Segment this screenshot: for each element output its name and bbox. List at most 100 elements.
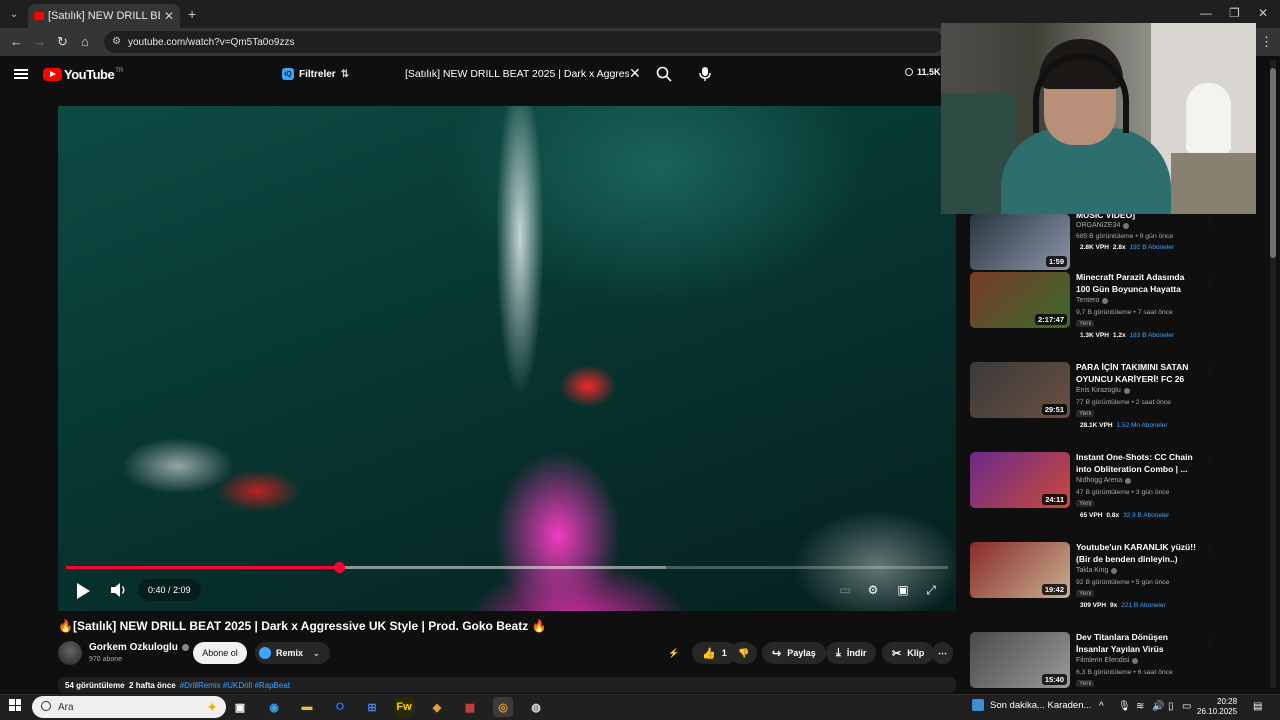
recommendation-channel[interactable]: Filmlerin Efendisi <box>1076 657 1139 664</box>
progress-bar[interactable] <box>66 562 948 573</box>
app-grid-icon[interactable]: ▦ <box>460 697 480 717</box>
battery-icon[interactable]: ▯ <box>1168 701 1174 712</box>
new-tab-button[interactable]: + <box>188 6 196 22</box>
recommendation-item[interactable]: 19:42 Youtube'un KARANLIK yüzü!! (Bir de … <box>970 542 1210 612</box>
video-thumbnail[interactable]: 2:17:47 <box>970 272 1070 328</box>
notification-icon[interactable]: ▤ <box>1253 701 1262 712</box>
home-button[interactable]: ⌂ <box>81 34 89 49</box>
duration-badge: 19:42 <box>1041 584 1067 595</box>
dislike-button[interactable]: 👎 <box>730 642 758 664</box>
more-options-icon[interactable]: ⋮ <box>1205 634 1210 647</box>
download-button[interactable]: ⤓ İndir <box>826 642 877 664</box>
video-thumbnail[interactable]: 15:40 <box>970 632 1070 688</box>
reload-button[interactable]: ↻ <box>57 34 68 50</box>
wifi-icon[interactable]: ≋ <box>1136 701 1144 712</box>
clip-button[interactable]: ✂ Klip <box>882 642 935 664</box>
forward-button[interactable]: → <box>33 34 46 49</box>
hashtags[interactable]: #DrillRemix #UKDrill #RapBeat <box>180 681 290 690</box>
settings-icon[interactable]: ⚙ <box>866 583 880 597</box>
edge-icon[interactable]: ◉ <box>264 697 284 717</box>
microphone-tray-icon[interactable]: 🎙 <box>1118 701 1131 712</box>
channel-avatar[interactable] <box>58 641 82 665</box>
volume-icon[interactable] <box>110 582 128 598</box>
search-input[interactable]: [Satılık] NEW DRILL BEAT 2025 | Dark x A… <box>398 62 648 86</box>
recommendation-title[interactable]: Instant One-Shots: CC Chain into Obliter… <box>1076 452 1200 475</box>
browser-menu-button[interactable]: ⋮ <box>1260 34 1273 50</box>
scroll-thumb[interactable] <box>1270 68 1276 258</box>
url-field[interactable]: ⚙ youtube.com/watch?v=Qm5Ta0o9zzs <box>104 31 944 53</box>
recommendation-channel[interactable]: ORGANIZE34 <box>1076 222 1130 229</box>
search-icon[interactable] <box>656 66 672 82</box>
recommendation-title[interactable]: PARA İÇİN TAKIMINI SATAN OYUNCU KARİYERİ… <box>1076 362 1200 385</box>
recommendation-title[interactable]: Youtube'un KARANLIK yüzü!! (Bir de bende… <box>1076 542 1200 565</box>
tab-title: [Satılık] NEW DRILL BEAT <box>48 10 160 22</box>
tab-search-button[interactable]: ⌄ <box>4 4 24 24</box>
keyboard-icon[interactable]: ▭ <box>1182 701 1191 712</box>
recommendation-item[interactable]: 29:51 PARA İÇİN TAKIMINI SATAN OYUNCU KAR… <box>970 362 1210 432</box>
play-button[interactable] <box>74 582 92 600</box>
close-window-button[interactable]: ✕ <box>1258 6 1268 20</box>
system-clock[interactable]: 20:28 26.10.2025 <box>1197 697 1237 717</box>
fullscreen-icon[interactable]: ⤢ <box>924 583 938 597</box>
recommendation-channel[interactable]: Enis Kirazoglu <box>1076 387 1130 394</box>
channel-name[interactable]: Gorkem Ozkuloglu <box>89 642 189 653</box>
microphone-icon[interactable] <box>698 66 712 82</box>
site-info-icon[interactable]: ⚙ <box>112 36 121 47</box>
browser-tab[interactable]: [Satılık] NEW DRILL BEAT ✕ <box>28 4 180 28</box>
outlook-icon[interactable]: O <box>330 697 350 717</box>
share-button[interactable]: ↪ Paylaş <box>762 642 826 664</box>
maximize-button[interactable]: ❐ <box>1229 6 1240 20</box>
task-view-icon[interactable]: ▣ <box>230 697 250 717</box>
extension-icon-button[interactable]: ⚡ <box>668 642 679 664</box>
extension-badge-icon: iQ <box>282 68 294 80</box>
video-thumbnail[interactable]: 24:11 <box>970 452 1070 508</box>
speaker-icon[interactable]: 🔊 <box>1152 701 1164 712</box>
fl-studio-icon[interactable]: Fw <box>394 697 414 717</box>
more-options-icon[interactable]: ⋮ <box>1205 364 1210 377</box>
start-icon[interactable] <box>9 699 21 711</box>
youtube-logo[interactable]: YouTube TR <box>43 67 123 82</box>
recommendation-channel[interactable]: Nidhogg Arena <box>1076 477 1132 484</box>
back-button[interactable]: ← <box>10 34 23 49</box>
video-title: 🔥[Satılık] NEW DRILL BEAT 2025 | Dark x … <box>58 619 547 633</box>
recommendation-title[interactable]: Dev Titanlara Dönüşen İnsanlar Yayılan V… <box>1076 632 1200 655</box>
minimize-button[interactable]: — <box>1200 6 1212 20</box>
taskbar-search[interactable]: Ara ✦ <box>32 696 226 718</box>
subtitles-icon[interactable]: ▭ <box>838 583 852 597</box>
news-widget[interactable]: Son dakika... Karaden... <box>972 699 1091 711</box>
new-badge: Yeni <box>1076 500 1095 507</box>
more-options-icon[interactable]: ⋮ <box>1205 274 1210 287</box>
recommendation-item[interactable]: 24:11 Instant One-Shots: CC Chain into Ob… <box>970 452 1210 522</box>
app-icon[interactable]: ◆ <box>427 697 447 717</box>
recommendation-title[interactable]: MUSIC VIDEO] <box>1076 214 1200 222</box>
more-options-icon[interactable]: ⋮ <box>1205 216 1210 229</box>
remix-button[interactable]: Remix ⌄ <box>255 642 330 664</box>
more-options-icon[interactable]: ⋮ <box>1205 544 1210 557</box>
description-box[interactable]: 54 görüntüleme 2 hafta önce #DrillRemix … <box>58 677 956 693</box>
menu-icon[interactable] <box>14 69 28 79</box>
recommendation-item[interactable]: 2:17:47 Minecraft Parazit Adasında 100 Gü… <box>970 272 1210 342</box>
clear-search-icon[interactable]: ✕ <box>629 65 641 82</box>
scrollbar[interactable] <box>1270 60 1276 688</box>
video-thumbnail[interactable]: 1:59 <box>970 214 1070 270</box>
video-player[interactable]: 0:40 / 2:09 ▭ ⚙ ▣ ⤢ <box>58 106 956 611</box>
subscribe-button[interactable]: Abone ol <box>193 642 247 664</box>
recommendation-channel[interactable]: Takla King <box>1076 567 1118 574</box>
recommendation-item[interactable]: 15:40 Dev Titanlara Dönüşen İnsanlar Yayı… <box>970 632 1210 694</box>
extension-views-counter[interactable]: 11.5K <box>905 67 941 77</box>
recommendation-channel[interactable]: Tentero <box>1076 297 1109 304</box>
recommendation-title[interactable]: Minecraft Parazit Adasında 100 Gün Boyun… <box>1076 272 1200 295</box>
miniplayer-icon[interactable]: ▣ <box>896 583 910 597</box>
video-thumbnail[interactable]: 19:42 <box>970 542 1070 598</box>
chrome-icon[interactable]: ◎ <box>493 697 513 717</box>
video-thumbnail[interactable]: 29:51 <box>970 362 1070 418</box>
tray-expand-icon[interactable]: ^ <box>1099 701 1104 712</box>
filters-button[interactable]: iQ Filtreler ⇅ <box>282 64 349 84</box>
obs-icon[interactable]: ◍ <box>526 697 546 717</box>
more-options-icon[interactable]: ⋮ <box>1205 454 1210 467</box>
store-icon[interactable]: ⊞ <box>362 697 382 717</box>
verified-icon <box>181 644 189 651</box>
more-actions-button[interactable]: ⋯ <box>932 642 953 664</box>
file-explorer-icon[interactable]: ▬ <box>297 697 317 717</box>
tab-close-icon[interactable]: ✕ <box>164 9 174 23</box>
